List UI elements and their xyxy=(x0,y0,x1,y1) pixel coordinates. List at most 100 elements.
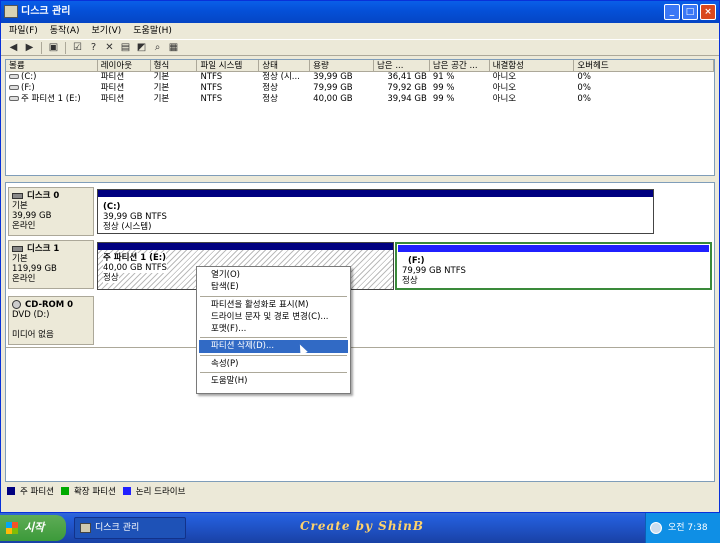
cell: 99 % xyxy=(432,94,455,104)
menu-item-delete-partition[interactable]: 파티션 삭제(D)... xyxy=(199,340,348,353)
system-tray: 오전 7:38 xyxy=(645,513,720,543)
taskbar-item-disk-management[interactable]: 디스크 관리 xyxy=(74,517,186,539)
partition-title: (F:) xyxy=(408,256,425,266)
drive-icon xyxy=(9,74,19,79)
start-button[interactable]: 시작 xyxy=(0,515,66,541)
table-row[interactable]: (C:) 파티션 기본 NTFS 정상 (시... 39,99 GB 36,41… xyxy=(6,72,714,83)
menu-item-open[interactable]: 열기(O) xyxy=(199,269,348,281)
task-label: 디스크 관리 xyxy=(95,523,140,533)
clock[interactable]: 오전 7:38 xyxy=(668,523,708,533)
legend-swatch-extended xyxy=(60,487,69,495)
partition-f[interactable]: (F:) 79,99 GB NTFS 정상 xyxy=(395,242,712,290)
cell: 파티션 xyxy=(100,94,125,104)
maximize-button[interactable]: □ xyxy=(682,4,698,20)
col-volume[interactable]: 볼륨 xyxy=(6,60,98,71)
cell: (C:) xyxy=(21,72,37,82)
col-fault-tolerance[interactable]: 내결함성 xyxy=(490,60,575,71)
cdrom-icon xyxy=(12,300,21,309)
delete-icon[interactable]: ✕ xyxy=(103,42,116,54)
cell: 0% xyxy=(577,83,591,93)
menu-item-help[interactable]: 도움말(H) xyxy=(199,375,348,387)
menu-action[interactable]: 동작(A) xyxy=(50,23,80,39)
cell: 79,92 GB xyxy=(387,83,427,93)
col-layout[interactable]: 레이아웃 xyxy=(98,60,151,71)
cell: 40,00 GB xyxy=(313,94,353,104)
divider xyxy=(6,347,714,348)
col-free[interactable]: 남은 ... xyxy=(374,60,430,71)
partition-status: 정상 xyxy=(103,273,119,283)
tray-expand-icon[interactable] xyxy=(650,522,662,534)
disk-management-icon xyxy=(80,523,91,533)
menu-item-properties[interactable]: 속성(P) xyxy=(199,358,348,370)
cell: 정상 xyxy=(262,83,278,93)
col-overhead[interactable]: 오버헤드 xyxy=(574,60,715,71)
menu-item-format[interactable]: 포맷(F)... xyxy=(199,323,348,335)
forward-icon[interactable]: ▶ xyxy=(23,42,36,54)
partition-title: (C:) xyxy=(103,202,121,212)
close-button[interactable]: × xyxy=(700,4,716,20)
cell: 91 % xyxy=(432,72,455,82)
partition-c[interactable]: (C:) 39,99 GB NTFS 정상 (시스템) xyxy=(97,189,654,234)
watermark-text: Create by ShinB xyxy=(300,519,424,533)
cdrom-0-label[interactable]: CD-ROM 0 DVD (D:) 미디어 없음 xyxy=(8,296,94,345)
disk-icon xyxy=(12,192,23,199)
disk-size: 39,99 GB xyxy=(12,211,52,221)
menu-help[interactable]: 도움말(H) xyxy=(133,23,172,39)
disk-management-window: 디스크 관리 _ □ × 파일(F) 동작(A) 보기(V) 도움말(H) ◀ … xyxy=(0,0,720,513)
col-status[interactable]: 상태 xyxy=(259,60,311,71)
disk-status: 온라인 xyxy=(12,274,36,284)
partition-status: 정상 (시스템) xyxy=(103,222,152,232)
pane-splitter[interactable] xyxy=(5,177,715,181)
new-icon[interactable]: ▤ xyxy=(119,42,132,54)
menu-item-change-drive-letter[interactable]: 드라이브 문자 및 경로 변경(C)... xyxy=(199,311,348,323)
col-type[interactable]: 형식 xyxy=(151,60,198,71)
menu-file[interactable]: 파일(F) xyxy=(9,23,38,39)
table-row[interactable]: 주 파티션 1 (E:) 파티션 기본 NTFS 정상 40,00 GB 39,… xyxy=(6,94,714,105)
cell: NTFS xyxy=(200,83,223,93)
menu-item-explore[interactable]: 탐색(E) xyxy=(199,281,348,293)
primary-partition-bar xyxy=(98,190,653,197)
col-filesystem[interactable]: 파일 시스템 xyxy=(197,60,260,71)
minimize-button[interactable]: _ xyxy=(664,4,680,20)
disk-0-label[interactable]: 디스크 0 기본 39,99 GB 온라인 xyxy=(8,187,94,236)
cell: 기본 xyxy=(153,72,170,82)
context-menu: 열기(O) 탐색(E) 파티션을 활성화로 표시(M) 드라이브 문자 및 경로… xyxy=(196,266,351,394)
legend: 주 파티션 확장 파티션 논리 드라이브 xyxy=(7,484,185,498)
cell: 99 % xyxy=(432,83,455,93)
console-icon[interactable]: ▣ xyxy=(47,42,60,54)
cell: 36,41 GB xyxy=(387,72,427,82)
partition-size: 40,00 GB NTFS xyxy=(103,263,167,273)
start-label: 시작 xyxy=(24,521,45,534)
properties-icon[interactable]: ☑ xyxy=(71,42,84,54)
disk-management-icon xyxy=(4,5,18,18)
cell: (F:) xyxy=(21,83,35,93)
menu-separator xyxy=(200,354,347,356)
search-icon[interactable]: ⌕ xyxy=(151,42,164,54)
volume-list: 볼륨 레이아웃 형식 파일 시스템 상태 용량 남은 ... 남은 공간 ...… xyxy=(5,59,715,176)
refresh-icon[interactable]: ◩ xyxy=(135,42,148,54)
legend-primary: 주 파티션 xyxy=(20,487,54,497)
drive-icon xyxy=(9,85,19,90)
col-capacity[interactable]: 용량 xyxy=(310,60,374,71)
help-icon[interactable]: ? xyxy=(87,42,100,54)
legend-swatch-primary xyxy=(7,487,15,495)
settings-icon[interactable]: ▦ xyxy=(167,42,180,54)
col-free-percent[interactable]: 남은 공간 ... xyxy=(430,60,490,71)
disk-size: 119,99 GB xyxy=(12,264,57,274)
menu-item-mark-active[interactable]: 파티션을 활성화로 표시(M) xyxy=(199,299,348,311)
title-bar[interactable]: 디스크 관리 _ □ × xyxy=(1,1,719,23)
menu-separator xyxy=(200,337,347,339)
window-title: 디스크 관리 xyxy=(21,6,71,17)
partition-size: 79,99 GB NTFS xyxy=(402,266,466,276)
drive-icon xyxy=(9,96,19,101)
back-icon[interactable]: ◀ xyxy=(7,42,20,54)
disk-1-label[interactable]: 디스크 1 기본 119,99 GB 온라인 xyxy=(8,240,94,289)
cell: 기본 xyxy=(153,94,170,104)
table-row[interactable]: (F:) 파티션 기본 NTFS 정상 79,99 GB 79,92 GB 99… xyxy=(6,83,714,94)
menu-view[interactable]: 보기(V) xyxy=(92,23,122,39)
menu-separator xyxy=(200,372,347,374)
cell: 아니오 xyxy=(492,83,517,93)
disk-icon xyxy=(12,245,23,252)
cell: 정상 (시... xyxy=(262,72,300,82)
partition-title: 주 파티션 1 (E:) xyxy=(103,253,167,263)
